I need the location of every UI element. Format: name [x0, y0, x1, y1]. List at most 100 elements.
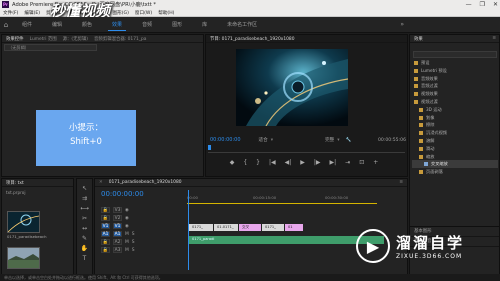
lock-icon[interactable]: 🔒 [101, 239, 110, 245]
tab-program[interactable]: 节目: 0171_paradisebeach_1920x1080 [210, 36, 295, 42]
tab-source[interactable]: 源：(无剪辑) [63, 36, 88, 42]
timeline-timecode[interactable]: 00:00:00:00 [101, 190, 144, 198]
effects-tree-item[interactable]: 音频过渡 [412, 82, 498, 90]
clip-select-dropdown[interactable]: （无剪辑） [4, 44, 97, 51]
effects-tree-item[interactable]: 溶解 [412, 137, 498, 145]
track-label-a3[interactable]: A3 [113, 247, 122, 253]
eye-icon[interactable]: ◉ [125, 216, 129, 221]
tab-effects[interactable]: 效果 [414, 36, 423, 42]
program-current-timecode[interactable]: 00:00:00:00 [210, 137, 241, 143]
work-area-bar[interactable] [187, 203, 377, 204]
solo-icon[interactable]: S [132, 240, 135, 245]
mark-out-icon[interactable]: } [256, 159, 260, 166]
minimize-button[interactable]: — [466, 0, 472, 9]
audio-clip[interactable]: 0171_paradi [189, 236, 384, 244]
video-clip[interactable]: 01 [285, 224, 303, 231]
transition-clip[interactable]: 交叉 [239, 224, 261, 231]
chevron-down-icon[interactable]: ▾ [271, 138, 273, 143]
pen-tool-icon[interactable]: ✎ [82, 235, 87, 242]
playhead-marker[interactable] [208, 145, 211, 150]
maximize-button[interactable]: ❐ [480, 0, 485, 9]
lock-icon[interactable]: 🔒 [101, 247, 110, 253]
workspace-tab-audio[interactable]: 音频 [132, 17, 162, 33]
razor-tool-icon[interactable]: ✂ [82, 215, 87, 222]
eye-icon[interactable]: ◉ [125, 224, 129, 229]
go-to-out-icon[interactable]: ▶| [330, 159, 337, 166]
add-marker-icon[interactable]: ◆ [230, 159, 235, 166]
workspace-tab-libraries[interactable]: 库 [192, 17, 217, 33]
effects-search-input[interactable] [413, 51, 497, 58]
track-label-v1[interactable]: V1 [113, 223, 122, 229]
export-frame-icon[interactable]: ⊡ [359, 159, 364, 166]
quality-dropdown[interactable]: 完整 [325, 137, 334, 143]
clip-thumbnail-2[interactable] [7, 247, 40, 269]
effects-tree-item[interactable]: Lumetri 预设 [412, 67, 498, 75]
tab-audio-clip-mixer[interactable]: 音频剪辑混合器: 0171_pa [94, 36, 146, 42]
close-icon[interactable]: ✕ [99, 180, 103, 185]
selection-tool-icon[interactable]: ↖ [82, 185, 87, 192]
settings-icon[interactable]: 🔧 [346, 138, 352, 143]
workspace-tab-assembly[interactable]: 组件 [12, 17, 42, 33]
lift-icon[interactable]: ⇥ [345, 159, 350, 166]
menu-help[interactable]: 帮助(H) [158, 10, 174, 16]
button-editor-icon[interactable]: + [373, 159, 378, 166]
lock-icon[interactable]: 🔒 [101, 207, 110, 213]
tab-sequence[interactable]: 0171_paradisebeach_1920x1080 [109, 180, 182, 185]
effects-tree-item[interactable]: 3D 运动 [412, 106, 498, 114]
effects-tree-item[interactable]: 视频过渡 [412, 98, 498, 106]
solo-icon[interactable]: S [132, 232, 135, 237]
panel-menu-icon[interactable]: ≡ [399, 180, 403, 185]
video-clip[interactable]: 01.0171_ [214, 224, 238, 231]
zoom-fit-dropdown[interactable]: 适合 [259, 137, 268, 143]
menu-window[interactable]: 窗口(W) [135, 10, 152, 16]
slip-tool-icon[interactable]: ↔ [82, 225, 87, 232]
effects-tree-item[interactable]: 交叉缩放 [412, 160, 498, 169]
workspace-tab-editing[interactable]: 编辑 [42, 17, 72, 33]
workspace-tab-custom[interactable]: 未命名工作区 [217, 17, 267, 33]
type-tool-icon[interactable]: T [83, 255, 87, 262]
solo-icon[interactable]: S [132, 248, 135, 253]
menu-edit[interactable]: 编辑(E) [24, 10, 40, 16]
hand-tool-icon[interactable]: ✋ [81, 245, 88, 252]
track-label-a1[interactable]: A1 [113, 231, 122, 237]
track-label-v2[interactable]: V2 [113, 215, 122, 221]
tab-project[interactable]: 项目: txt [6, 180, 24, 186]
effects-tree-item[interactable]: 擦除 [412, 121, 498, 129]
effects-tree-item[interactable]: 视频效果 [412, 90, 498, 98]
video-clip[interactable]: 0171_ [189, 224, 213, 231]
panel-menu-icon[interactable]: ≡ [492, 36, 496, 41]
track-label-v3[interactable]: V3 [113, 207, 122, 213]
source-patch-v1[interactable]: V1 [101, 223, 110, 229]
mute-icon[interactable]: M [125, 248, 129, 253]
effects-tree-item[interactable]: 划像 [412, 114, 498, 122]
effects-tree-item[interactable]: 页面剥落 [412, 168, 498, 176]
menu-file[interactable]: 文件(F) [3, 10, 18, 16]
clip-thumbnail-1[interactable] [7, 211, 40, 233]
workspace-tab-graphics[interactable]: 图形 [162, 17, 192, 33]
tab-lumetri-scopes[interactable]: Lumetri 范围 [30, 36, 57, 42]
track-label-a2[interactable]: A2 [113, 239, 122, 245]
go-to-in-icon[interactable]: |◀ [269, 159, 276, 166]
mark-in-icon[interactable]: { [243, 159, 247, 166]
effects-tree-item[interactable]: 缩放 [412, 153, 498, 161]
close-button[interactable]: ✕ [493, 0, 498, 9]
play-icon[interactable]: ▶ [300, 159, 305, 166]
program-scrub-bar[interactable] [208, 149, 405, 153]
home-icon[interactable]: ⌂ [0, 17, 12, 33]
ripple-edit-tool-icon[interactable]: ⟷ [80, 205, 89, 212]
effects-tree-item[interactable]: 沉浸式视频 [412, 129, 498, 137]
eye-icon[interactable]: ◉ [125, 208, 129, 213]
video-clip[interactable]: 0171_ [262, 224, 284, 231]
effects-tree-item[interactable]: 音频效果 [412, 75, 498, 83]
mute-icon[interactable]: M [125, 232, 129, 237]
mute-icon[interactable]: M [125, 240, 129, 245]
workspace-tab-color[interactable]: 颜色 [72, 17, 102, 33]
menu-graphics[interactable]: 图形(G) [113, 10, 129, 16]
step-back-icon[interactable]: ◀| [285, 159, 292, 166]
chevron-down-icon[interactable]: ▾ [337, 138, 339, 143]
step-forward-icon[interactable]: |▶ [314, 159, 321, 166]
source-patch-a1[interactable]: A1 [101, 231, 110, 237]
effects-tree-item[interactable]: 滑动 [412, 145, 498, 153]
workspace-overflow-icon[interactable]: » [400, 17, 404, 33]
effects-tree-item[interactable]: 预设 [412, 59, 498, 67]
